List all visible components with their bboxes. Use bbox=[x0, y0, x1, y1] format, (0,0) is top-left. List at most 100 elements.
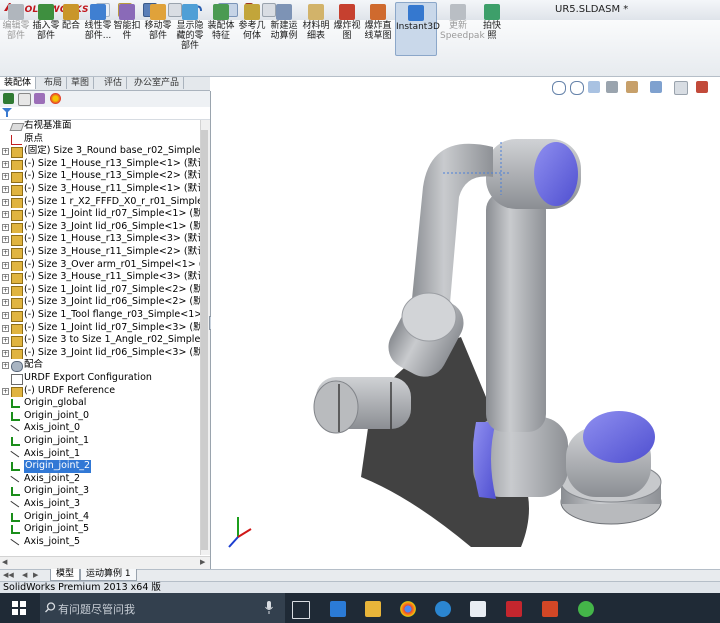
document-app-icon[interactable] bbox=[470, 601, 486, 617]
tree-item[interactable]: + (-) Size 1_Joint lid_r07_Simple<2> (默认<… bbox=[0, 284, 206, 297]
solidworks-taskbar-icon[interactable] bbox=[506, 601, 522, 617]
command-tab-4[interactable]: 办公室产品 bbox=[130, 77, 185, 89]
tree-item[interactable]: Axis_joint_0 bbox=[0, 422, 206, 435]
tab-first-icon[interactable]: ◀◀ bbox=[3, 571, 14, 579]
expand-icon[interactable]: + bbox=[2, 148, 9, 156]
edit-appearance-icon[interactable] bbox=[696, 81, 708, 93]
expand-icon[interactable]: + bbox=[2, 299, 9, 307]
expand-icon[interactable]: + bbox=[2, 249, 9, 256]
ribbon-button-1[interactable]: 编辑零部件 bbox=[2, 2, 30, 54]
expand-icon[interactable]: + bbox=[2, 173, 9, 181]
command-tab-0[interactable]: 装配体 bbox=[0, 77, 37, 89]
display-style-icon[interactable] bbox=[650, 81, 662, 93]
task-view-icon[interactable] bbox=[292, 601, 310, 619]
tree-item[interactable]: + (-) Size 1_Joint lid_r07_Simple<3> (默认<… bbox=[0, 322, 206, 335]
ribbon-button-6[interactable]: 移动零部件 bbox=[143, 2, 173, 54]
tree-item[interactable]: + (-) Size 3_House_r11_Simple<3> (默认<<默 bbox=[0, 271, 206, 284]
scroll-right-icon[interactable]: ▶ bbox=[200, 558, 205, 566]
ribbon-button-2[interactable]: 插入零部件 bbox=[32, 2, 60, 54]
hide-show-items-icon[interactable] bbox=[674, 81, 688, 95]
expand-icon[interactable]: + bbox=[2, 337, 9, 345]
tree-item[interactable]: + (-) Size 1_Tool flange_r03_Simple<1> (默… bbox=[0, 309, 206, 322]
robot-arm-model[interactable] bbox=[211, 77, 720, 569]
tree-item[interactable]: + (-) Size 1_House_r13_Simple<2> (默认<<默 bbox=[0, 170, 206, 183]
tree-item[interactable]: + (-) Size 3_Joint lid_r06_Simple<1> (默认<… bbox=[0, 221, 206, 234]
tree-item[interactable]: Origin_joint_1 bbox=[0, 435, 206, 448]
tree-item[interactable]: Origin_global bbox=[0, 397, 206, 410]
ribbon-button-9[interactable]: 参考几何体 bbox=[238, 2, 266, 54]
command-tab-2[interactable]: 草图 bbox=[67, 77, 95, 89]
expand-icon[interactable]: + bbox=[2, 274, 9, 282]
display-manager-tab-icon[interactable] bbox=[50, 93, 61, 104]
bottom-tab-1[interactable]: 运动算例 1 bbox=[80, 569, 137, 581]
ribbon-button-7[interactable]: 显示隐藏的零部件 bbox=[175, 2, 205, 54]
ribbon-button-16[interactable]: 拍快照 bbox=[479, 2, 505, 54]
ribbon-button-11[interactable]: 材料明细表 bbox=[302, 2, 330, 54]
view-orientation-icon[interactable] bbox=[626, 81, 638, 93]
tree-item[interactable]: + (固定) Size 3_Round base_r02_Simple<1> bbox=[0, 145, 206, 158]
zoom-to-fit-icon[interactable] bbox=[552, 81, 566, 95]
expand-icon[interactable]: + bbox=[2, 387, 9, 395]
ribbon-button-8[interactable]: 装配体特征 bbox=[206, 2, 236, 54]
tree-filter[interactable] bbox=[0, 107, 210, 120]
tree-item[interactable]: + 配合 bbox=[0, 359, 206, 372]
tree-item[interactable]: 原点 bbox=[0, 133, 206, 146]
expand-icon[interactable]: + bbox=[2, 223, 9, 231]
start-button[interactable] bbox=[0, 593, 40, 623]
tree-item[interactable]: URDF Export Configuration bbox=[0, 372, 206, 385]
tree-item[interactable]: + (-) Size 3 to Size 1_Angle_r02_Simple<1… bbox=[0, 334, 206, 347]
tree-item[interactable]: + (-) Size 1_House_r13_Simple<3> (默认<<默 bbox=[0, 233, 206, 246]
feature-tree-tab-icon[interactable] bbox=[3, 93, 14, 104]
command-tab-1[interactable]: 布局 bbox=[40, 77, 68, 89]
expand-icon[interactable]: + bbox=[2, 211, 9, 219]
tree-horizontal-scrollbar[interactable]: ◀ ▶ bbox=[0, 556, 210, 569]
taskbar-search-box[interactable]: 有问题尽管问我 bbox=[40, 593, 285, 623]
powerpoint-icon[interactable] bbox=[542, 601, 558, 617]
tree-item[interactable]: Axis_joint_3 bbox=[0, 498, 206, 511]
ribbon-button-14[interactable]: Instant3D bbox=[395, 2, 440, 56]
tree-scroll-thumb[interactable] bbox=[201, 130, 208, 550]
expand-icon[interactable]: + bbox=[2, 186, 9, 193]
tree-item[interactable]: + (-) Size 3_Joint lid_r06_Simple<3> (默认<… bbox=[0, 347, 206, 360]
expand-icon[interactable]: + bbox=[2, 312, 9, 319]
tree-item[interactable]: Origin_joint_4 bbox=[0, 511, 206, 524]
tree-item[interactable]: + (-) Size 1_House_r13_Simple<1> (默认<<默 bbox=[0, 158, 206, 171]
tab-prev-icon[interactable]: ◀ bbox=[22, 571, 27, 579]
property-manager-tab-icon[interactable] bbox=[18, 93, 31, 106]
ribbon-button-15[interactable]: 更新Speedpak bbox=[440, 2, 485, 54]
tree-item[interactable]: + (-) Size 1 r_X2_FFFD_X0_r_r01_Simple<1> bbox=[0, 196, 206, 209]
scroll-left-icon[interactable]: ◀ bbox=[2, 558, 7, 566]
microphone-icon[interactable] bbox=[265, 601, 273, 614]
tree-item[interactable]: + (-) Size 3_Over arm_r01_Simpel<1> (默认<< bbox=[0, 259, 206, 272]
ribbon-button-4[interactable]: 线性零部件... bbox=[84, 2, 112, 54]
tree-item[interactable]: Origin_joint_5 bbox=[0, 523, 206, 536]
graphics-viewport[interactable] bbox=[211, 77, 720, 569]
expand-icon[interactable]: + bbox=[2, 236, 9, 244]
wechat-icon[interactable] bbox=[578, 601, 594, 617]
configuration-manager-tab-icon[interactable] bbox=[34, 93, 45, 104]
ribbon-button-3[interactable]: 配合 bbox=[61, 2, 81, 54]
tree-item[interactable]: Origin_joint_3 bbox=[0, 485, 206, 498]
tree-item[interactable]: + (-) Size 3_House_r11_Simple<1> (默认<<默 bbox=[0, 183, 206, 196]
ribbon-button-10[interactable]: 新建运动算例 bbox=[268, 2, 300, 54]
file-explorer-icon[interactable] bbox=[365, 601, 381, 617]
expand-icon[interactable]: + bbox=[2, 160, 9, 168]
tree-item[interactable]: Origin_joint_0 bbox=[0, 410, 206, 423]
tree-item[interactable]: Axis_joint_2 bbox=[0, 472, 206, 486]
sogou-icon[interactable] bbox=[435, 601, 451, 617]
section-view-icon[interactable] bbox=[606, 81, 618, 93]
ribbon-button-12[interactable]: 爆炸视图 bbox=[333, 2, 361, 54]
tab-next-icon[interactable]: ▶ bbox=[33, 571, 38, 579]
ribbon-button-5[interactable]: 智能扣件 bbox=[113, 2, 141, 54]
previous-view-icon[interactable] bbox=[588, 81, 600, 93]
expand-icon[interactable]: + bbox=[2, 261, 9, 269]
tree-item[interactable]: 右视基准面 bbox=[0, 120, 206, 133]
tree-item[interactable]: + (-) URDF Reference bbox=[0, 385, 206, 398]
expand-icon[interactable]: + bbox=[2, 362, 9, 370]
tree-item[interactable]: Axis_joint_1 bbox=[0, 447, 206, 461]
expand-icon[interactable]: + bbox=[2, 198, 9, 206]
tree-item[interactable]: + (-) Size 3_House_r11_Simple<2> (默认<<默 bbox=[0, 246, 206, 259]
expand-icon[interactable]: + bbox=[2, 349, 9, 357]
tree-item[interactable]: Origin_joint_2 bbox=[0, 460, 206, 473]
chrome-icon[interactable] bbox=[400, 601, 416, 617]
